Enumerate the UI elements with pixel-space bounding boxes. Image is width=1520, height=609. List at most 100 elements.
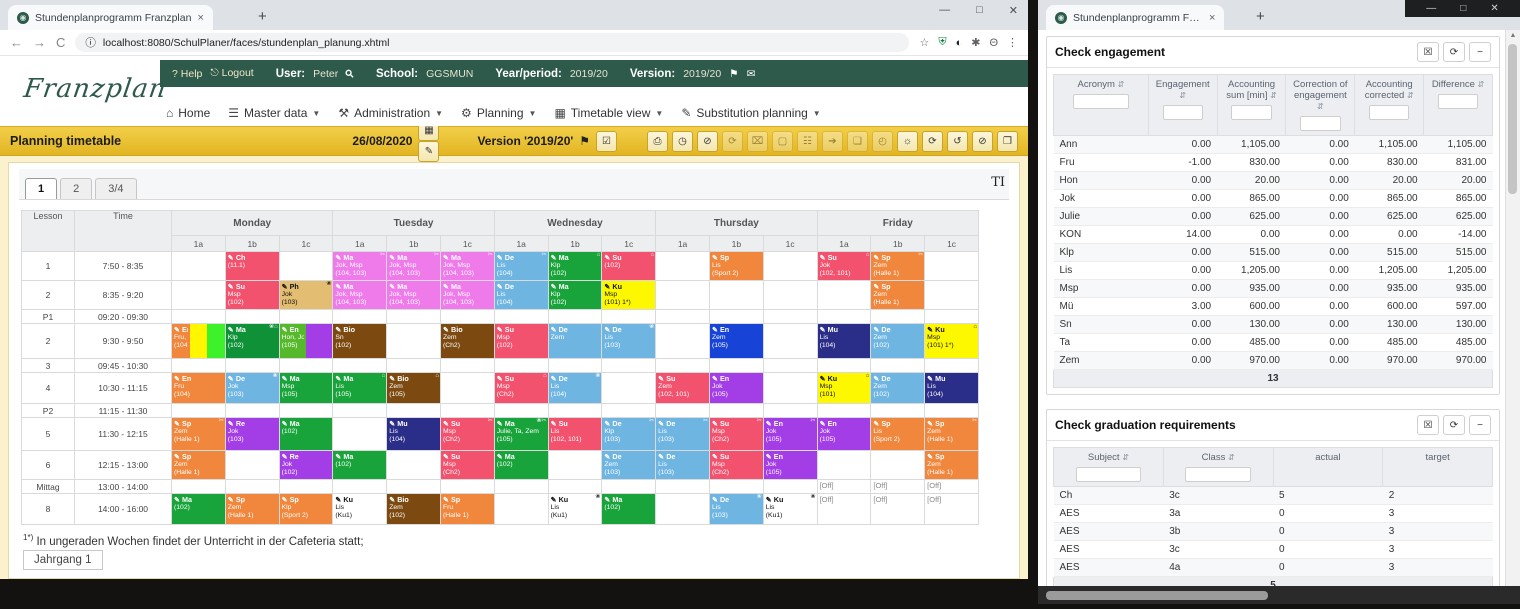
timetable-cell[interactable] — [190, 324, 208, 358]
timetable-tab-1[interactable]: 1 — [25, 178, 57, 199]
timetable-slot[interactable]: [Off] — [925, 480, 979, 494]
sort-icon[interactable]: ⇵ — [1228, 453, 1235, 462]
timetable-slot[interactable]: ✎ DeZem — [548, 324, 602, 359]
timetable-slot[interactable] — [548, 480, 602, 494]
timetable-slot[interactable] — [817, 310, 871, 324]
timetable-tab-3/4[interactable]: 3/4 — [95, 178, 136, 199]
timetable-slot[interactable] — [225, 359, 279, 373]
timetable-slot[interactable] — [656, 324, 710, 359]
timetable-slot[interactable] — [925, 252, 979, 281]
sort-icon[interactable]: ⇵ — [1270, 91, 1277, 100]
timetable-slot[interactable] — [225, 310, 279, 324]
new-tab-button[interactable]: + — [1256, 8, 1265, 25]
timetable-slot[interactable] — [871, 310, 925, 324]
timetable-cell[interactable]: ✎ SpZem(Halle 1)✂ — [925, 418, 978, 450]
timetable-slot[interactable]: [Off] — [817, 494, 871, 525]
timetable-slot[interactable]: ✎ EnFru(104) — [172, 373, 226, 404]
timetable-cell[interactable]: ✎ MaJok, Msp(104, 103)✂ — [441, 252, 494, 280]
timetable-slot[interactable]: ✎ DeLis(104)❀ — [548, 373, 602, 404]
timetable-cell[interactable]: ✎ DeJok(103)❀ — [226, 373, 279, 403]
lightbulb-button[interactable]: ☼ — [897, 131, 918, 152]
timetable-cell[interactable]: ✎ DeZem — [549, 324, 602, 358]
timetable-cell[interactable]: ✎ Ma(102) — [280, 418, 333, 450]
timetable-cell[interactable] — [207, 324, 225, 358]
timetable-slot[interactable] — [763, 281, 817, 310]
table-row[interactable]: AES3b03 — [1054, 523, 1493, 541]
search-icon[interactable]: ⚲ — [343, 67, 357, 81]
export-excel-button[interactable]: ☒ — [1417, 42, 1439, 62]
timetable-slot[interactable] — [602, 373, 656, 404]
timetable-slot[interactable] — [494, 480, 548, 494]
timetable-slot[interactable]: ✎ MaJulie, Ta, Zem(105)❀✂ — [494, 418, 548, 451]
timetable-slot[interactable] — [440, 373, 494, 404]
timetable-cell[interactable]: ✎ MuLis(104) — [818, 324, 871, 358]
timetable-cell[interactable]: ✎ SpZem(Halle 1) — [226, 494, 279, 524]
timetable-cell[interactable]: ✎ Ch(11.1) — [226, 252, 279, 280]
logout-link[interactable]: ⎋ Logout — [210, 67, 253, 80]
timetable-slot[interactable]: ✎ SpKlp(Sport 2) — [279, 494, 333, 525]
timetable-slot[interactable] — [602, 359, 656, 373]
timetable-slot[interactable]: ✎ BioZem(Ch2) — [440, 324, 494, 359]
column-header-engagement[interactable]: Engagement ⇵ — [1148, 75, 1217, 136]
timetable-cell[interactable]: ✎ EnHon, Jok(105) — [280, 324, 306, 358]
timetable-cell[interactable]: ✎ DeZem(102) — [871, 373, 924, 403]
tag-icon[interactable]: ⚑ — [729, 68, 738, 80]
timetable-slot[interactable]: ✎ Ma(102) — [494, 451, 548, 480]
timetable-slot[interactable] — [656, 480, 710, 494]
timetable-slot[interactable] — [279, 480, 333, 494]
column-header-subject[interactable]: Subject ⇵ — [1054, 448, 1164, 487]
timetable-slot[interactable]: ✎ EnHon, Jok(105) — [279, 324, 333, 359]
timetable-slot[interactable]: ✎ KuLis(Ku1) — [333, 494, 387, 525]
timetable-cell[interactable]: ✎ SuMsp(Ch2)⌂ — [495, 373, 548, 403]
timetable-cell[interactable]: ✎ DeLis(104) — [495, 281, 548, 309]
timetable-slot[interactable] — [656, 359, 710, 373]
timetable-slot[interactable]: ✎ MuLis(104) — [817, 324, 871, 359]
timetable-cell[interactable]: ✎ SuJok(102, 101)⌂ — [818, 252, 871, 280]
collapse-button[interactable]: − — [1469, 42, 1491, 62]
timetable-slot[interactable]: ✎ SuMsp(Ch2) — [709, 451, 763, 480]
timetable-slot[interactable] — [172, 480, 226, 494]
timetable-slot[interactable]: ✎ Ch(11.1) — [225, 252, 279, 281]
timetable-slot[interactable] — [709, 404, 763, 418]
sort-icon[interactable]: ⇵ — [1317, 102, 1324, 111]
tab-close-icon[interactable]: × — [197, 12, 203, 24]
timetable-slot[interactable]: ✎ MaJok, Msp(104, 103) — [387, 281, 441, 310]
timetable-slot[interactable] — [656, 252, 710, 281]
timetable-slot[interactable]: ✎ MuLis(104) — [925, 373, 979, 404]
menu-item-home[interactable]: ⌂Home — [166, 106, 210, 120]
timetable-slot[interactable]: ✎ MaJok, Msp(104, 103)✂ — [440, 252, 494, 281]
extension-puzzle-icon[interactable]: ✱ — [971, 36, 980, 49]
column-header-difference[interactable]: Difference ⇵ — [1424, 75, 1493, 136]
timetable-slot[interactable] — [172, 281, 226, 310]
timetable-cell[interactable]: ✎ SpZem(Halle 1) — [925, 451, 978, 479]
timetable-slot[interactable] — [225, 451, 279, 480]
timetable-slot[interactable] — [225, 480, 279, 494]
timetable-slot[interactable] — [763, 359, 817, 373]
timetable-slot[interactable] — [440, 404, 494, 418]
table-row[interactable]: Jok0.00865.000.00865.00865.00 — [1054, 190, 1493, 208]
timetable-cell[interactable]: ✎ SuMsp(102) — [226, 281, 279, 309]
timetable-cell[interactable]: ✎ DeZem(103) — [602, 451, 655, 479]
version-calendar-check-button[interactable]: ☑ — [596, 131, 617, 152]
timetable-cell[interactable]: ✎ Ma(102) — [495, 451, 548, 479]
timetable-cell[interactable]: ✎ DeLis(103)❀ — [710, 494, 763, 524]
close-button[interactable]: ✕ — [1009, 4, 1018, 17]
timetable-cell[interactable]: ✎ KuLis(Ku1)❀ — [549, 494, 602, 524]
column-filter-input[interactable] — [1076, 467, 1142, 482]
timetable-tab-2[interactable]: 2 — [60, 178, 92, 199]
timetable-cell[interactable]: ✎ MaLis(105)⌂ — [333, 373, 386, 403]
timetable-slot[interactable] — [172, 310, 226, 324]
timetable-slot[interactable]: ✎ SpLis(Sport 2) — [709, 252, 763, 281]
timetable-cell[interactable]: ✎ MaJok, Msp(104, 103)✂ — [333, 252, 386, 280]
timetable-slot[interactable] — [925, 404, 979, 418]
timetable-slot[interactable] — [387, 480, 441, 494]
timetable-slot[interactable]: ✎ SpZem(Halle 1) — [225, 494, 279, 525]
timetable-slot[interactable]: ✎ DeZem(102) — [871, 373, 925, 404]
menu-item-substitution-planning[interactable]: ✎Substitution planning▼ — [681, 106, 820, 120]
timetable-slot[interactable] — [763, 404, 817, 418]
timetable-cell[interactable]: ✎ DeZem(102) — [871, 324, 924, 358]
timetable-slot[interactable] — [172, 404, 226, 418]
timetable-slot[interactable]: ✎ BioZem(102) — [387, 494, 441, 525]
timetable-slot[interactable]: ✎ DeZem(103) — [602, 451, 656, 480]
timetable-cell[interactable]: ✎ MaKlp(102)❀⌂ — [226, 324, 279, 358]
